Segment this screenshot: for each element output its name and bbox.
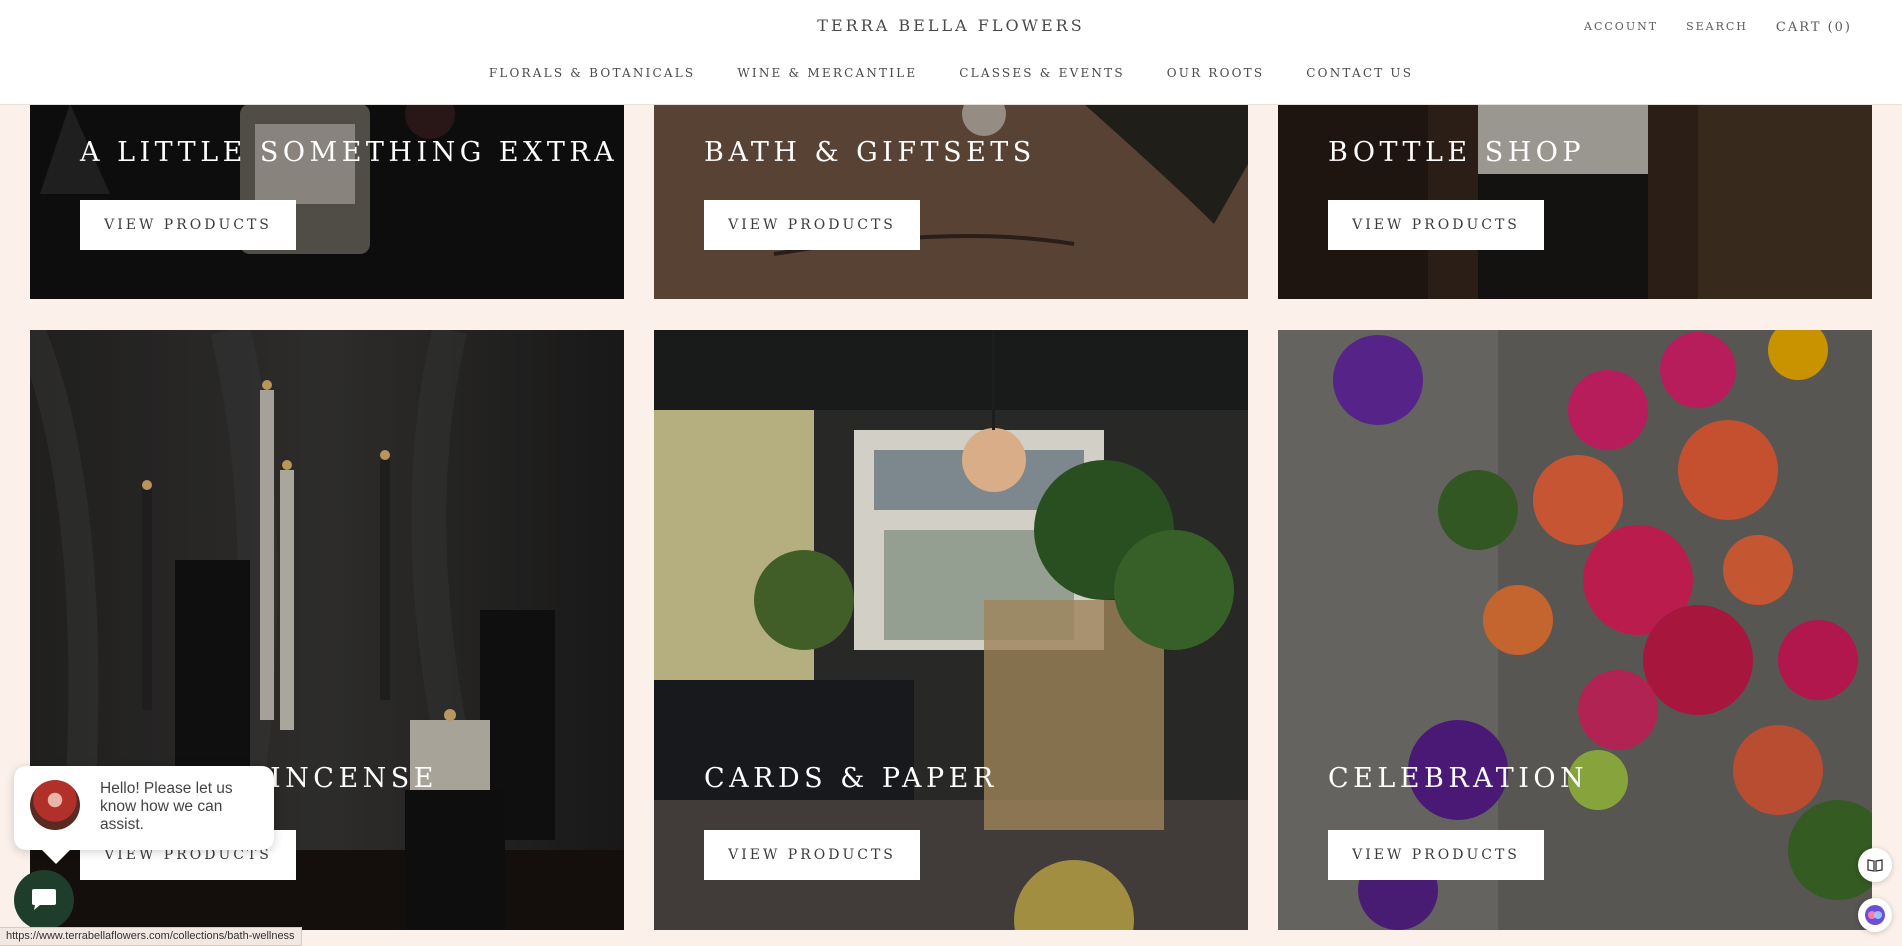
view-products-button[interactable]: VIEW PRODUCTS <box>80 200 296 250</box>
reader-icon <box>1867 859 1883 872</box>
reader-widget-button[interactable] <box>1858 848 1892 882</box>
view-products-button[interactable]: VIEW PRODUCTS <box>1328 830 1544 880</box>
view-products-button[interactable]: VIEW PRODUCTS <box>1328 200 1544 250</box>
tile-title: INCENSE <box>270 763 438 794</box>
collection-tile-bottle-shop[interactable]: BOTTLE SHOP VIEW PRODUCTS <box>1278 104 1872 299</box>
tile-title: A LITTLE SOMETHING EXTRA <box>80 137 619 168</box>
tile-title: BOTTLE SHOP <box>1328 137 1586 168</box>
tile-title: CARDS & PAPER <box>704 763 998 794</box>
status-bar-url: https://www.terrabellaflowers.com/collec… <box>0 927 302 946</box>
utility-nav: ACCOUNT SEARCH CART (0) <box>1584 20 1852 35</box>
view-products-button[interactable]: VIEW PRODUCTS <box>704 830 920 880</box>
tile-title: BATH & GIFTSETS <box>704 137 1036 168</box>
nav-contact-us[interactable]: CONTACT US <box>1306 66 1413 80</box>
tile-title: CELEBRATION <box>1328 763 1589 794</box>
search-link[interactable]: SEARCH <box>1686 20 1748 35</box>
chat-greeting-text: Hello! Please let us know how we can ass… <box>100 780 233 833</box>
chat-icon <box>32 889 56 910</box>
collection-tile-celebration[interactable]: CELEBRATION VIEW PRODUCTS <box>1278 330 1872 930</box>
account-link[interactable]: ACCOUNT <box>1584 20 1658 35</box>
chat-greeting-bubble[interactable]: Hello! Please let us know how we can ass… <box>14 766 274 864</box>
view-products-button[interactable]: VIEW PRODUCTS <box>704 200 920 250</box>
main-nav: FLORALS & BOTANICALS WINE & MERCANTILE C… <box>0 66 1902 80</box>
accessibility-icon <box>1865 905 1885 925</box>
collection-tile-cards-paper[interactable]: CARDS & PAPER VIEW PRODUCTS <box>654 330 1248 930</box>
collection-tile-bath-giftsets[interactable]: BATH & GIFTSETS VIEW PRODUCTS <box>654 104 1248 299</box>
nav-wine-mercantile[interactable]: WINE & MERCANTILE <box>737 66 917 80</box>
nav-florals-botanicals[interactable]: FLORALS & BOTANICALS <box>489 66 696 80</box>
cart-link[interactable]: CART (0) <box>1776 20 1852 35</box>
site-header: TERRA BELLA FLOWERS ACCOUNT SEARCH CART … <box>0 0 1902 105</box>
accessibility-widget-button[interactable] <box>1858 898 1892 932</box>
chat-launcher-button[interactable] <box>14 870 74 930</box>
nav-classes-events[interactable]: CLASSES & EVENTS <box>959 66 1124 80</box>
collection-tile-a-little-something-extra[interactable]: A LITTLE SOMETHING EXTRA VIEW PRODUCTS <box>30 104 624 299</box>
nav-our-roots[interactable]: OUR ROOTS <box>1167 66 1265 80</box>
agent-avatar <box>30 780 80 830</box>
